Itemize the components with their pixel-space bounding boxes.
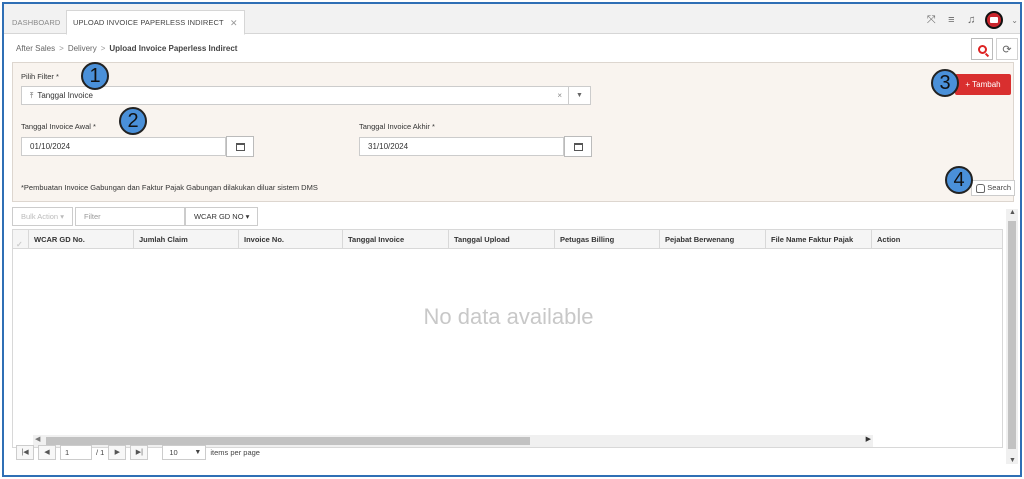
- tanggal-awal-input[interactable]: 01/10/2024: [21, 137, 226, 156]
- pilih-filter-label: Pilih Filter *: [21, 72, 59, 81]
- info-note: *Pembuatan Invoice Gabungan dan Faktur P…: [21, 183, 318, 192]
- grid-toolbar: Bulk Action ▾ Filter WCAR GD NO ▾: [12, 207, 259, 226]
- items-per-page-label: items per page: [210, 448, 260, 457]
- avatar[interactable]: [985, 11, 1004, 29]
- page-size-select[interactable]: 10 ▼: [162, 445, 207, 460]
- breadcrumb: After Sales > Delivery > Upload Invoice …: [16, 44, 237, 53]
- breadcrumb-separator: >: [100, 44, 106, 53]
- column-header[interactable]: Action: [872, 230, 1004, 249]
- select-all-cell[interactable]: ✓: [13, 230, 29, 249]
- app-window: DASHBOARD UPLOAD INVOICE PAPERLESS INDIR…: [2, 2, 1022, 477]
- column-header[interactable]: Jumlah Claim: [134, 230, 239, 249]
- menu-icon[interactable]: ≡: [945, 14, 957, 26]
- tab-bar: DASHBOARD UPLOAD INVOICE PAPERLESS INDIR…: [4, 4, 1020, 35]
- check-icon[interactable]: ✓: [16, 235, 23, 249]
- scroll-left-icon[interactable]: ◀: [35, 435, 40, 443]
- first-page-button[interactable]: |◀: [16, 445, 34, 460]
- bulk-action-button[interactable]: Bulk Action ▾: [12, 207, 73, 226]
- column-header[interactable]: Invoice No.: [239, 230, 343, 249]
- page-title: Upload Invoice Paperless Indirect: [109, 44, 238, 53]
- wcar-column-dropdown[interactable]: WCAR GD NO ▾: [184, 207, 259, 226]
- pilih-filter-select[interactable]: ⤒ Tanggal Invoice × ▼: [21, 86, 591, 105]
- chevron-down-icon: ▼: [194, 449, 202, 456]
- tanggal-awal-calendar-button[interactable]: [226, 136, 254, 157]
- column-header[interactable]: Tanggal Invoice: [343, 230, 449, 249]
- column-header[interactable]: Petugas Billing: [555, 230, 660, 249]
- pager: |◀ ◀ 1 / 1 ▶ ▶| 10 ▼ items per page: [16, 445, 260, 460]
- page-size-value: 10: [169, 448, 178, 457]
- pilih-filter-value: Tanggal Invoice: [37, 91, 93, 100]
- database-icon: [976, 184, 985, 193]
- filter-input[interactable]: Filter: [74, 207, 185, 226]
- search-toggle-button[interactable]: [971, 38, 993, 60]
- page-input[interactable]: 1: [60, 445, 92, 460]
- tanggal-awal-label: Tanggal Invoice Awal *: [21, 122, 96, 131]
- tab-upload-invoice[interactable]: UPLOAD INVOICE PAPERLESS INDIRECT ✕: [66, 10, 245, 35]
- breadcrumb-delivery[interactable]: Delivery: [68, 44, 97, 53]
- annotation-marker-2: 2: [119, 107, 147, 135]
- annotation-marker-3: 3: [931, 69, 959, 97]
- tanggal-akhir-input[interactable]: 31/10/2024: [359, 137, 564, 156]
- tanggal-akhir-label: Tanggal Invoice Akhir *: [359, 122, 435, 131]
- grid-header: ✓ WCAR GD No. Jumlah Claim Invoice No. T…: [13, 230, 1002, 249]
- column-header[interactable]: File Name Faktur Pajak: [766, 230, 872, 249]
- scroll-down-icon[interactable]: ▼: [1009, 457, 1016, 464]
- tanggal-akhir-calendar-button[interactable]: [564, 136, 592, 157]
- annotation-marker-4: 4: [945, 166, 973, 194]
- chevron-down-icon[interactable]: ▼: [568, 87, 590, 104]
- next-page-button[interactable]: ▶: [108, 445, 127, 460]
- prev-page-button[interactable]: ◀: [38, 445, 56, 460]
- page-count: / 1: [96, 448, 105, 457]
- column-header[interactable]: Pejabat Berwenang: [660, 230, 766, 249]
- search-button[interactable]: Search: [971, 180, 1015, 196]
- refresh-button[interactable]: ⟳: [996, 38, 1018, 60]
- annotation-marker-1: 1: [81, 62, 109, 90]
- chevron-down-icon[interactable]: ⌄: [1011, 16, 1018, 25]
- column-header[interactable]: WCAR GD No.: [29, 230, 134, 249]
- add-button[interactable]: + Tambah: [955, 74, 1011, 95]
- bell-icon[interactable]: ♫: [965, 14, 977, 26]
- clear-icon[interactable]: ×: [557, 87, 562, 104]
- scroll-thumb[interactable]: [1008, 221, 1016, 449]
- search-icon: [977, 44, 987, 54]
- column-header[interactable]: Tanggal Upload: [449, 230, 555, 249]
- top-icons: ⤧ ≡ ♫ ⌄: [925, 11, 1018, 29]
- empty-message: No data available: [423, 304, 594, 329]
- breadcrumb-after-sales[interactable]: After Sales: [16, 44, 55, 53]
- breadcrumb-separator: >: [59, 44, 64, 53]
- close-icon[interactable]: ✕: [230, 11, 238, 35]
- tab-label: UPLOAD INVOICE PAPERLESS INDIRECT: [73, 18, 224, 27]
- header-actions: ⟳: [971, 38, 1018, 60]
- expand-icon[interactable]: ⤧: [925, 14, 937, 26]
- filter-panel: Pilih Filter * ⤒ Tanggal Invoice × ▼ Tang…: [12, 62, 1015, 202]
- calendar-icon: [573, 142, 583, 151]
- scroll-right-icon[interactable]: ▶: [866, 435, 871, 443]
- pin-icon: ⤒: [30, 91, 34, 100]
- tab-dashboard[interactable]: DASHBOARD: [6, 12, 66, 34]
- search-button-label: Search: [987, 183, 1011, 192]
- calendar-icon: [235, 142, 245, 151]
- data-grid: ✓ WCAR GD No. Jumlah Claim Invoice No. T…: [12, 229, 1003, 448]
- last-page-button[interactable]: ▶|: [130, 445, 149, 460]
- refresh-icon: ⟳: [1002, 43, 1012, 56]
- scroll-thumb[interactable]: [46, 437, 530, 445]
- scroll-up-icon[interactable]: ▲: [1009, 209, 1016, 216]
- vertical-scrollbar[interactable]: ▲ ▼: [1006, 209, 1018, 464]
